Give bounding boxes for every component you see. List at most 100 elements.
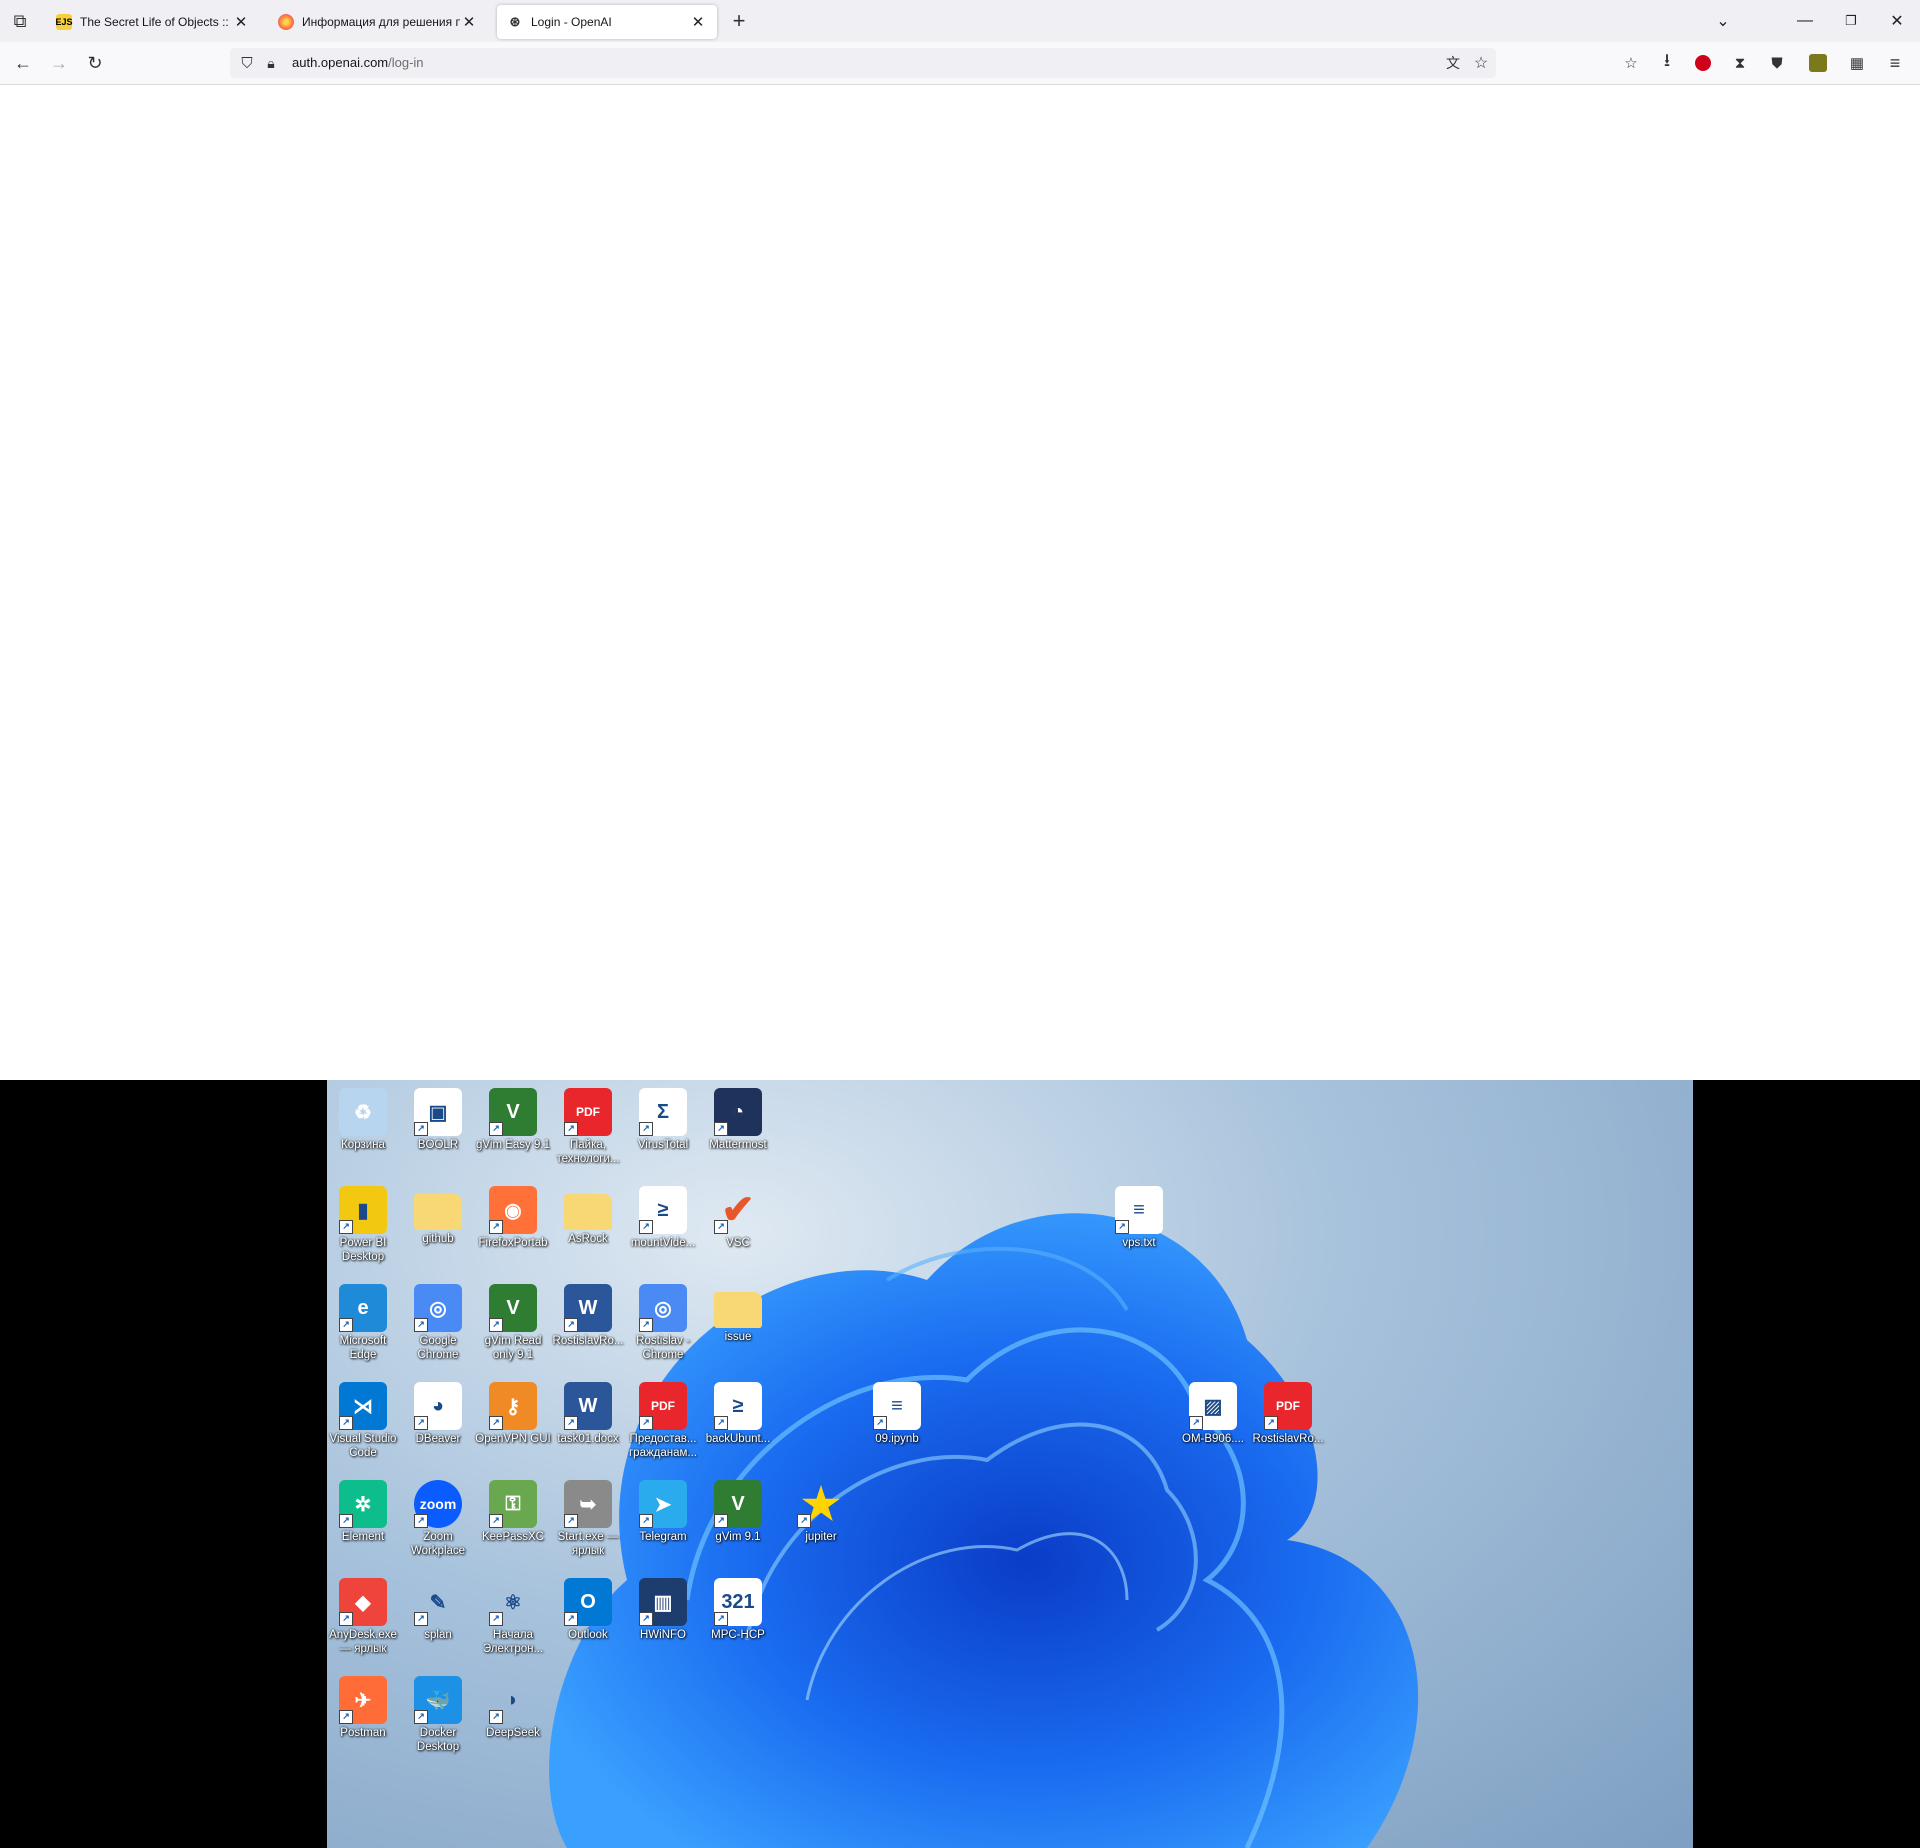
close-window-button[interactable]: ✕ [1882, 8, 1912, 34]
desktop-icon-label: FirefoxPortab [478, 1237, 548, 1249]
desktop-icon-vim[interactable]: V ↗ gVim 9.1 [700, 1474, 776, 1544]
desktop-icon-label: Start.exe — ярлык [557, 1531, 619, 1557]
qr-code-icon[interactable]: ▦ [1844, 51, 1870, 75]
desktop-icon-powerbi[interactable]: ▮ ↗ Power BI Desktop [327, 1180, 401, 1264]
desktop-icon-zoom[interactable]: zoom ↗ Zoom Workplace [400, 1474, 476, 1558]
vscode-icon: ⋊ ↗ [339, 1382, 387, 1430]
forward-button[interactable]: → [46, 51, 72, 75]
desktop-icon-element[interactable]: ✲ ↗ Element [327, 1474, 401, 1544]
desktop-icon-pdf[interactable]: PDF ↗ RostislavRo... [1250, 1376, 1326, 1446]
desktop-icon-mattermost[interactable]: ◔ ↗ Mattermost [700, 1082, 776, 1152]
desktop-icon-telegram[interactable]: ➤ ↗ Telegram [625, 1474, 701, 1544]
desktop-icon-pencil[interactable]: ✎ ↗ splan [400, 1572, 476, 1642]
desktop-icon-star[interactable]: ★ ↗ jupiter [783, 1474, 859, 1544]
reload-button[interactable]: ↻ [82, 51, 108, 75]
desktop-icon-vim[interactable]: V ↗ gVim Easy 9.1 [475, 1082, 551, 1152]
shortcut-arrow-icon: ↗ [414, 1710, 428, 1724]
hwinfo-icon: ▥ ↗ [639, 1578, 687, 1626]
close-tab-icon[interactable]: ✕ [689, 13, 707, 31]
desktop-icon-vim[interactable]: V ↗ gVim Read only 9.1 [475, 1278, 551, 1362]
shield-icon[interactable]: ⛉ [234, 51, 260, 75]
text-file-icon: ≡ ↗ [873, 1382, 921, 1430]
desktop-icon-label: vps.txt [1122, 1237, 1156, 1249]
desktop-icon-folder[interactable]: github [400, 1180, 476, 1246]
desktop-icon-hwinfo[interactable]: ▥ ↗ HWiNFO [625, 1572, 701, 1642]
desktop-icon-checkmark[interactable]: ✔ ↗ VSC [700, 1180, 776, 1250]
translate-icon[interactable]: 文 [1440, 51, 1466, 75]
desktop-icon-molecule[interactable]: ⚛ ↗ Начала Электрон... [475, 1572, 551, 1656]
lock-icon[interactable]: 🔒︎ [258, 51, 284, 75]
shortcut-arrow-icon: ↗ [489, 1514, 503, 1528]
desktop-icon-vscode[interactable]: ⋊ ↗ Visual Studio Code [327, 1376, 401, 1460]
desktop-icon-label: Telegram [639, 1531, 687, 1543]
menu-icon[interactable]: ≡ [1882, 51, 1908, 75]
shortcut-arrow-icon: ↗ [489, 1416, 503, 1430]
tab-openai-login[interactable]: ⊛ Login - OpenAI ✕ [497, 5, 717, 39]
ejs-favicon-icon: EJS [56, 14, 73, 30]
script-icon: ≥ ↗ [714, 1382, 762, 1430]
extensions-puzzle-icon[interactable]: ⧗ [1727, 51, 1753, 75]
desktop-icon-start[interactable]: ➥ ↗ Start.exe — ярлык [550, 1474, 626, 1558]
virustotal-icon: Σ ↗ [639, 1088, 687, 1136]
ublock-icon[interactable]: ⛊ [1764, 51, 1790, 75]
desktop-icon-postman[interactable]: ✈ ↗ Postman [327, 1670, 401, 1740]
outlook-icon: O ↗ [564, 1578, 612, 1626]
vim-icon: V ↗ [489, 1088, 537, 1136]
minimize-button[interactable]: — [1790, 8, 1820, 34]
desktop-icon-text-file[interactable]: ≡ ↗ vps.txt [1101, 1180, 1177, 1250]
desktop-icon-folder[interactable]: issue [700, 1278, 776, 1344]
bookmark-star-icon[interactable]: ☆ [1468, 51, 1494, 75]
tab-info[interactable]: Информация для решения пр ✕ [268, 5, 488, 39]
desktop-icon-folder[interactable]: AsRock [550, 1180, 626, 1246]
desktop-icon-dbeaver[interactable]: ◕ ↗ DBeaver [400, 1376, 476, 1446]
extension-yellow-icon[interactable] [1805, 51, 1831, 75]
back-button[interactable]: ← [10, 51, 36, 75]
telegram-icon: ➤ ↗ [639, 1480, 687, 1528]
list-all-tabs-icon[interactable]: ⌄ [1708, 8, 1738, 34]
close-tab-icon[interactable]: ✕ [232, 13, 250, 31]
close-tab-icon[interactable]: ✕ [460, 13, 478, 31]
desktop-icon-deepseek[interactable]: ◗ ↗ DeepSeek [475, 1670, 551, 1740]
desktop-icon-chrome[interactable]: ◎ ↗ Google Chrome [400, 1278, 476, 1362]
desktop-icon-chrome-profile[interactable]: ◎ ↗ Rostislav - Chrome [625, 1278, 701, 1362]
url-bar[interactable]: ⛉ 🔒︎ auth.openai.com/log-in 文 ☆ [230, 48, 1496, 78]
pocket-icon[interactable]: ☆ [1618, 51, 1644, 75]
desktop-icon-mpc[interactable]: 321 ↗ MPC-HCP [700, 1572, 776, 1642]
desktop-icon-openvpn[interactable]: ⚷ ↗ OpenVPN GUI [475, 1376, 551, 1446]
desktop-icon-recycle-bin[interactable]: ♻ Корзина [327, 1082, 401, 1152]
desktop-icon-script[interactable]: ≥ ↗ mountVide... [625, 1180, 701, 1250]
desktop-icon-edge[interactable]: e ↗ Microsoft Edge [327, 1278, 401, 1362]
desktop-icon-label: MPC-HCP [711, 1629, 765, 1641]
url-text[interactable]: auth.openai.com/log-in [292, 55, 424, 70]
desktop-icon-text-file[interactable]: ≡ ↗ 09.ipynb [859, 1376, 935, 1446]
restore-button[interactable]: ❐ [1836, 8, 1866, 34]
desktop-icon-outlook[interactable]: O ↗ Outlook [550, 1572, 626, 1642]
desktop-icon-label: Пайка, технологи... [556, 1139, 620, 1165]
keepass-icon: ⚿ ↗ [489, 1480, 537, 1528]
shortcut-arrow-icon: ↗ [564, 1122, 578, 1136]
desktop-icon-script[interactable]: ≥ ↗ backUbunt... [700, 1376, 776, 1446]
desktop-icon-docker[interactable]: 🐳 ↗ Docker Desktop [400, 1670, 476, 1754]
desktop-icon-virustotal[interactable]: Σ ↗ VirusTotal [625, 1082, 701, 1152]
desktop-icon-firefox[interactable]: ◉ ↗ FirefoxPortab [475, 1180, 551, 1250]
downloads-icon[interactable]: ⭳ [1654, 50, 1680, 75]
desktop-icon-anydesk[interactable]: ◆ ↗ AnyDesk.exe — ярлык [327, 1572, 401, 1656]
desktop-icon-image-file[interactable]: ▨ ↗ OM-B906.... [1175, 1376, 1251, 1446]
desktop-icon-keepass[interactable]: ⚿ ↗ KeePassXC [475, 1474, 551, 1544]
new-tab-button[interactable]: + [726, 8, 752, 33]
desktop-icon-pdf[interactable]: PDF ↗ Предостав... гражданам... [625, 1376, 701, 1460]
tab-eloquent-js[interactable]: EJS The Secret Life of Objects :: Eloq ✕ [46, 5, 260, 39]
desktop-icon-word[interactable]: W ↗ task01.docx [550, 1376, 626, 1446]
desktop-icon-label: RostislavRo... [1252, 1433, 1324, 1445]
shortcut-arrow-icon: ↗ [414, 1122, 428, 1136]
desktop-icon-word[interactable]: W ↗ RostislavRo... [550, 1278, 626, 1348]
desktop-icon-chip[interactable]: ▣ ↗ BOOLR [400, 1082, 476, 1152]
nav-bar: ← → ↻ ⛉ 🔒︎ auth.openai.com/log-in 文 ☆ ☆ … [0, 42, 1920, 85]
desktop-icon-label: issue [724, 1331, 752, 1343]
pdf-icon: PDF ↗ [564, 1088, 612, 1136]
desktop-icon-pdf[interactable]: PDF ↗ Пайка, технологи... [550, 1082, 626, 1166]
extension-red-icon[interactable] [1690, 51, 1716, 75]
shortcut-arrow-icon: ↗ [564, 1416, 578, 1430]
tab-overview-icon[interactable]: ⧉ [7, 9, 33, 33]
shortcut-arrow-icon: ↗ [564, 1612, 578, 1626]
